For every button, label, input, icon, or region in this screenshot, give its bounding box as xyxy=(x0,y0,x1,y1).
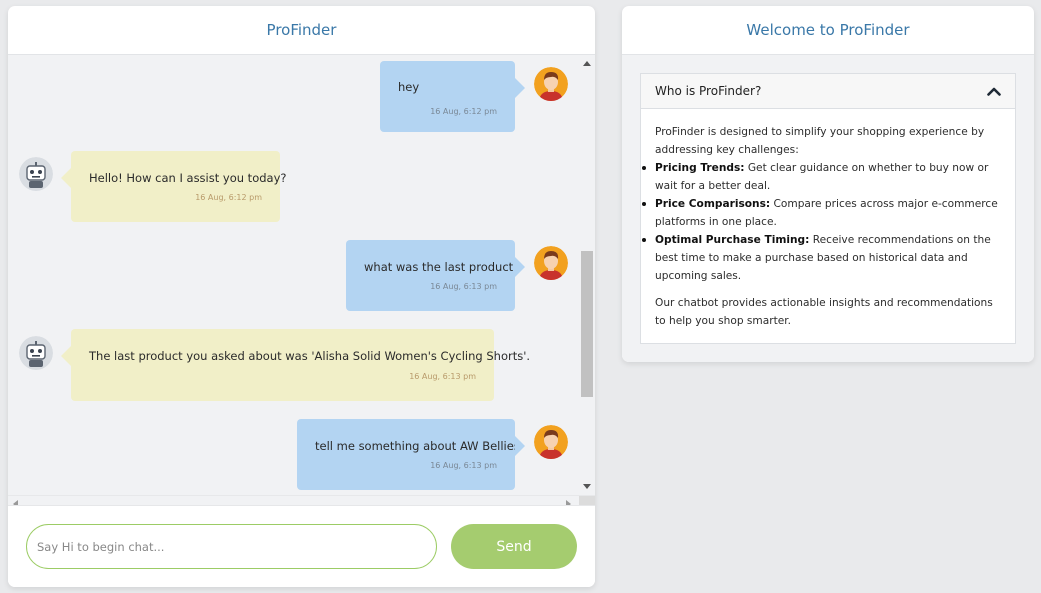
scroll-down-arrow-icon[interactable] xyxy=(583,484,591,489)
message-text: what was the last product xyxy=(364,260,514,274)
feature-term: Price Comparisons: xyxy=(655,198,771,210)
chevron-up-icon[interactable] xyxy=(987,86,1001,96)
message-timestamp: 16 Aug, 6:13 pm xyxy=(430,282,497,291)
feature-item: Price Comparisons: Compare prices across… xyxy=(642,195,1001,231)
user-message-bubble: tell me something about AW Bellies 16 Au… xyxy=(297,419,525,490)
welcome-title: Welcome to ProFinder xyxy=(622,6,1034,55)
user-avatar-icon xyxy=(534,246,568,280)
message-timestamp: 16 Aug, 6:12 pm xyxy=(195,193,262,202)
feature-item: Pricing Trends: Get clear guidance on wh… xyxy=(642,159,1001,195)
welcome-body: Who is ProFinder? ProFinder is designed … xyxy=(622,55,1034,362)
chat-title: ProFinder xyxy=(8,6,595,55)
chat-panel: ProFinder hey 16 Aug, 6:12 pm Hello! How… xyxy=(8,6,595,587)
feature-term: Pricing Trends: xyxy=(655,162,745,174)
message-list: hey 16 Aug, 6:12 pm Hello! How can I ass… xyxy=(8,55,579,495)
accordion-question: Who is ProFinder? xyxy=(655,84,762,98)
bot-avatar-icon xyxy=(19,157,53,191)
message-text: The last product you asked about was 'Al… xyxy=(89,349,531,363)
chat-input[interactable] xyxy=(26,524,437,569)
feature-term: Optimal Purchase Timing: xyxy=(655,234,810,246)
about-accordion: Who is ProFinder? ProFinder is designed … xyxy=(640,73,1016,344)
feature-item: Optimal Purchase Timing: Receive recomme… xyxy=(642,231,1001,285)
message-composer: Send xyxy=(8,505,595,587)
message-text: hey xyxy=(398,80,420,94)
about-outro: Our chatbot provides actionable insights… xyxy=(655,297,993,327)
feature-list: Pricing Trends: Get clear guidance on wh… xyxy=(642,159,1001,285)
scrollbar-thumb[interactable] xyxy=(581,251,593,397)
welcome-panel: Welcome to ProFinder Who is ProFinder? P… xyxy=(622,6,1034,362)
message-text: Hello! How can I assist you today? xyxy=(89,171,287,185)
message-timestamp: 16 Aug, 6:12 pm xyxy=(430,107,497,116)
message-timestamp: 16 Aug, 6:13 pm xyxy=(409,372,476,381)
accordion-content: ProFinder is designed to simplify your s… xyxy=(641,109,1015,330)
chat-messages-area[interactable]: hey 16 Aug, 6:12 pm Hello! How can I ass… xyxy=(8,55,595,495)
bot-message-bubble: The last product you asked about was 'Al… xyxy=(61,329,530,401)
vertical-scrollbar[interactable] xyxy=(579,55,595,495)
message-timestamp: 16 Aug, 6:13 pm xyxy=(430,461,497,470)
bot-message-bubble: Hello! How can I assist you today? 16 Au… xyxy=(61,151,287,222)
accordion-toggle[interactable]: Who is ProFinder? xyxy=(641,74,1015,109)
user-message-bubble: what was the last product 16 Aug, 6:13 p… xyxy=(346,240,525,311)
user-message-bubble: hey 16 Aug, 6:12 pm xyxy=(380,61,525,132)
user-avatar-icon xyxy=(534,425,568,459)
bot-avatar-icon xyxy=(19,336,53,370)
message-text: tell me something about AW Bellies xyxy=(315,439,520,453)
scroll-up-arrow-icon[interactable] xyxy=(583,61,591,66)
about-intro: ProFinder is designed to simplify your s… xyxy=(655,126,985,156)
user-avatar-icon xyxy=(534,67,568,101)
send-button[interactable]: Send xyxy=(451,524,577,569)
